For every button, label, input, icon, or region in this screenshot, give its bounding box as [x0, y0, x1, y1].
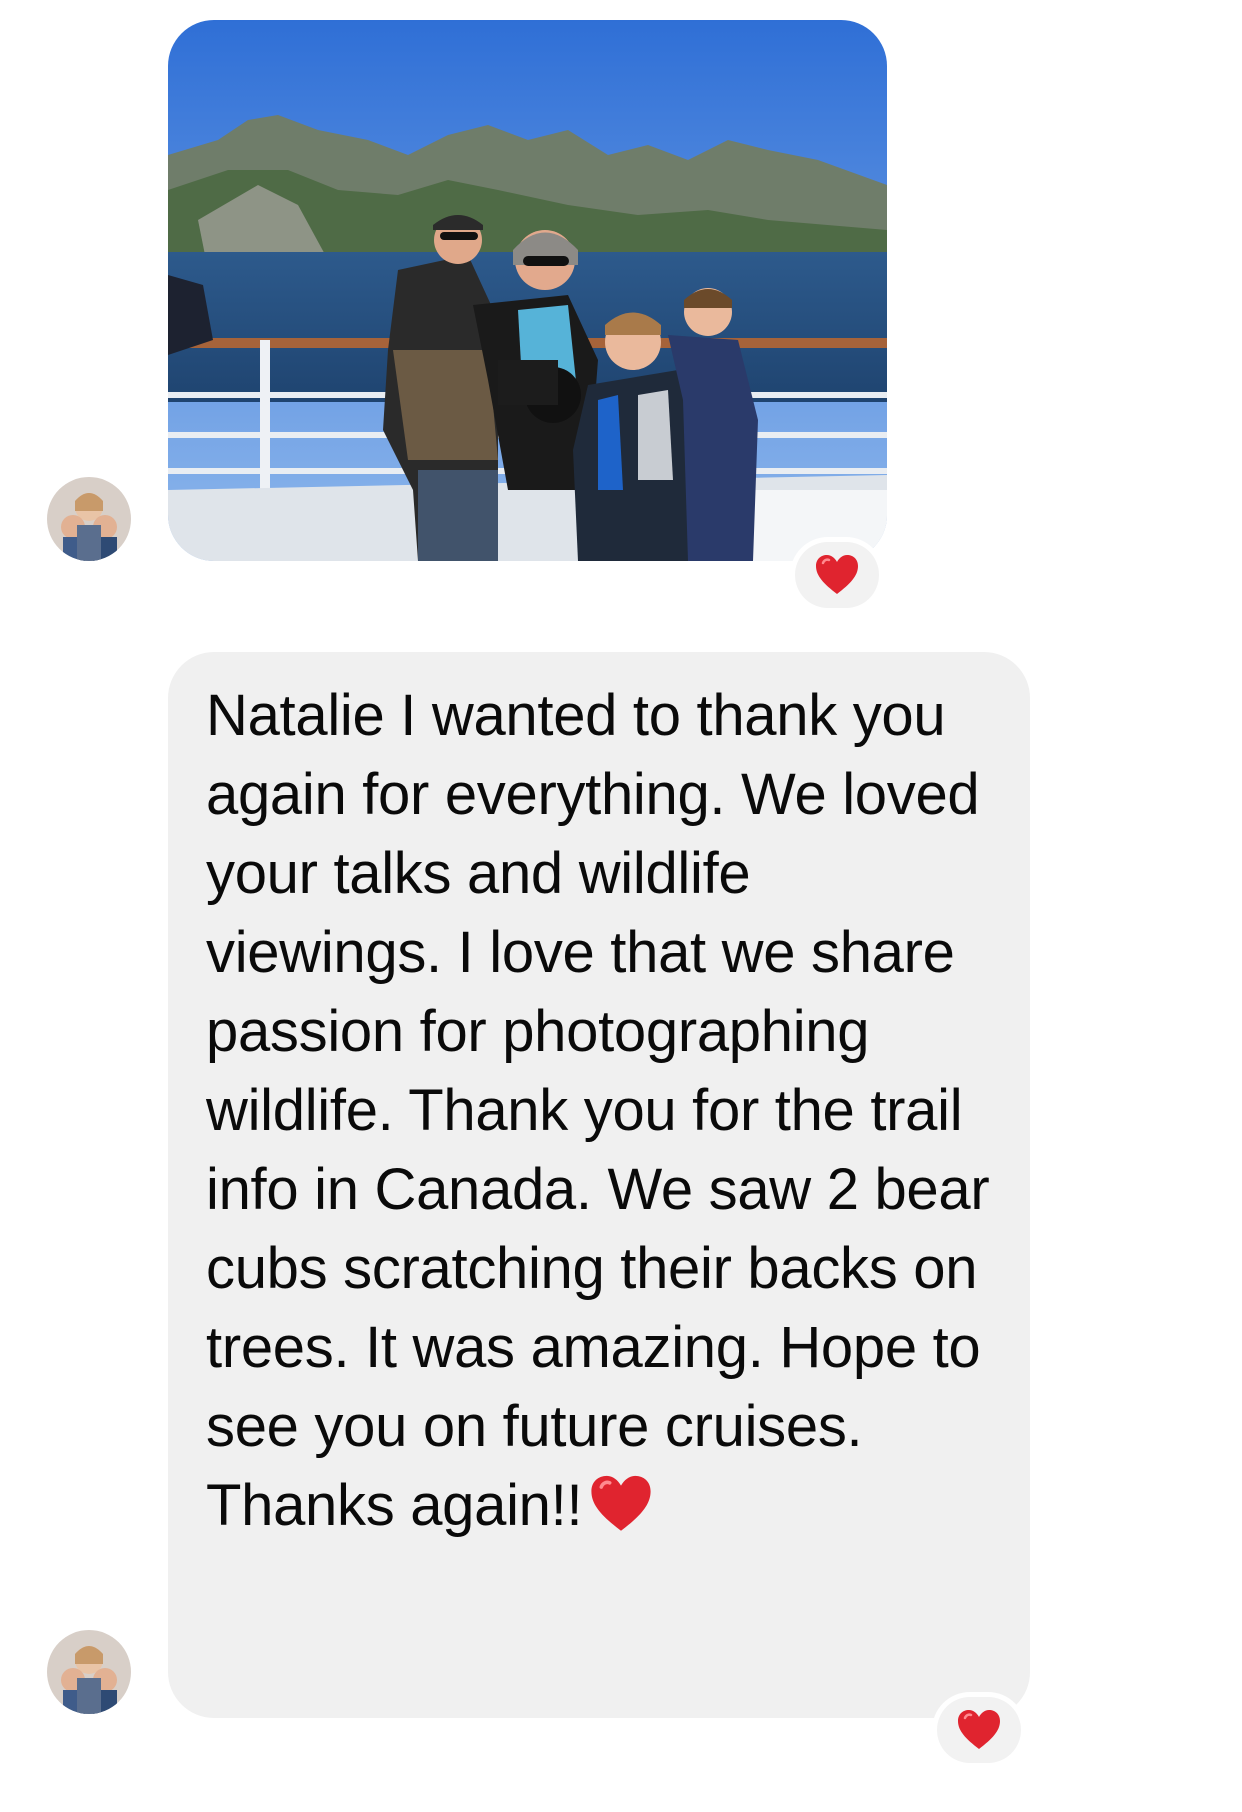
photo-message[interactable]	[168, 20, 887, 561]
message-thread: Natalie I wanted to thank you again for …	[0, 0, 1242, 1812]
contact-avatar[interactable]	[47, 1630, 131, 1714]
heart-icon	[816, 555, 858, 594]
text-reaction[interactable]	[937, 1697, 1021, 1763]
contact-avatar[interactable]	[47, 477, 131, 561]
text-message[interactable]: Natalie I wanted to thank you again for …	[168, 652, 1030, 1718]
heart-icon	[958, 1710, 1000, 1749]
inline-heart-emoji	[588, 1473, 654, 1535]
message-body: Natalie I wanted to thank you again for …	[206, 676, 1000, 1545]
avatar-photo	[47, 1630, 131, 1714]
photo-reaction[interactable]	[795, 542, 879, 608]
avatar-photo	[47, 477, 131, 561]
heart-icon	[591, 1475, 651, 1531]
cruise-family-photo	[168, 20, 887, 561]
message-text: Natalie I wanted to thank you again for …	[206, 683, 990, 1538]
